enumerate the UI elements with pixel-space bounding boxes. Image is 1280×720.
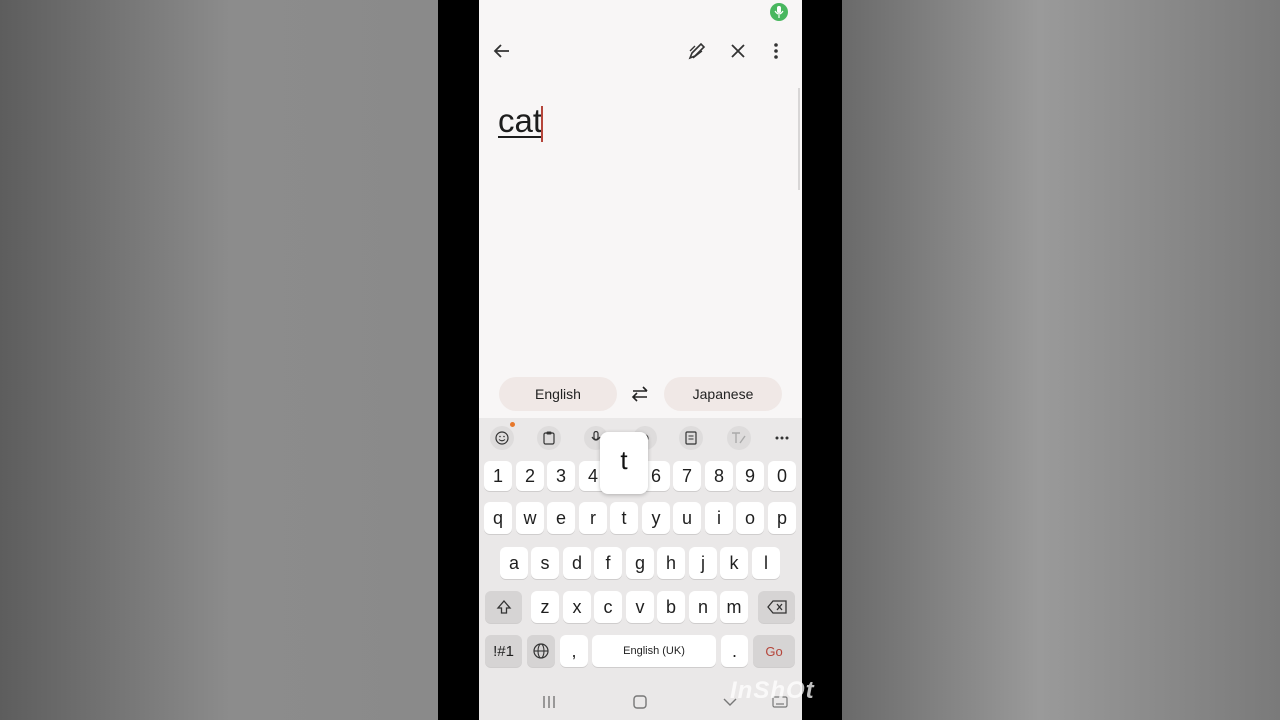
background-right (842, 0, 1280, 720)
key-9[interactable]: 9 (736, 461, 764, 491)
notification-dot (510, 422, 515, 427)
key-f[interactable]: f (594, 547, 622, 579)
source-text-input[interactable]: cat (498, 102, 542, 140)
key-k[interactable]: k (720, 547, 748, 579)
key-j[interactable]: j (689, 547, 717, 579)
symbols-key[interactable]: !#1 (485, 635, 522, 667)
shift-icon (496, 600, 511, 614)
key-8[interactable]: 8 (705, 461, 733, 491)
keyboard: 1 2 3 4 5 6 7 8 9 0 q w e r t y u i o p … (479, 418, 802, 720)
key-3[interactable]: 3 (547, 461, 575, 491)
key-7[interactable]: 7 (673, 461, 701, 491)
key-m[interactable]: m (720, 591, 748, 623)
go-key[interactable]: Go (753, 635, 795, 667)
key-h[interactable]: h (657, 547, 685, 579)
text-caret (541, 106, 543, 142)
key-q[interactable]: q (484, 502, 512, 534)
language-key[interactable] (527, 635, 555, 667)
close-icon[interactable] (725, 38, 751, 64)
key-r[interactable]: r (579, 502, 607, 534)
key-z[interactable]: z (531, 591, 559, 623)
more-vert-icon[interactable] (763, 38, 789, 64)
swap-languages-icon[interactable] (628, 382, 652, 406)
key-e[interactable]: e (547, 502, 575, 534)
text-editing-icon[interactable] (679, 426, 703, 450)
target-language-button[interactable]: Japanese (664, 377, 782, 411)
text-style-icon[interactable] (727, 426, 751, 450)
mic-status-icon (770, 3, 788, 21)
key-u[interactable]: u (673, 502, 701, 534)
emoji-icon[interactable] (490, 426, 514, 450)
inshot-watermark: InShOt (730, 677, 815, 704)
period-key[interactable]: . (721, 635, 748, 667)
key-p[interactable]: p (768, 502, 796, 534)
shift-key[interactable] (485, 591, 522, 623)
key-i[interactable]: i (705, 502, 733, 534)
phone-screen: cat English Japanese 1 2 3 4 6 7 8 9 0 q… (479, 0, 802, 720)
space-key[interactable]: English (UK) (592, 635, 716, 667)
key-preview-popup: t (600, 432, 648, 494)
handwriting-icon[interactable] (684, 38, 710, 64)
key-w[interactable]: w (516, 502, 544, 534)
key-n[interactable]: n (689, 591, 717, 623)
key-v[interactable]: v (626, 591, 654, 623)
globe-icon (533, 643, 549, 659)
key-2[interactable]: 2 (516, 461, 544, 491)
key-t[interactable]: t (610, 502, 638, 534)
key-x[interactable]: x (563, 591, 591, 623)
home-icon[interactable] (630, 692, 650, 712)
backspace-icon (766, 600, 787, 614)
key-g[interactable]: g (626, 547, 654, 579)
key-s[interactable]: s (531, 547, 559, 579)
recent-apps-icon[interactable] (539, 692, 559, 712)
key-1[interactable]: 1 (484, 461, 512, 491)
key-c[interactable]: c (594, 591, 622, 623)
backspace-key[interactable] (758, 591, 795, 623)
more-horiz-icon[interactable] (770, 426, 794, 450)
back-arrow-icon[interactable] (489, 38, 515, 64)
clipboard-icon[interactable] (537, 426, 561, 450)
key-b[interactable]: b (657, 591, 685, 623)
key-o[interactable]: o (736, 502, 764, 534)
key-l[interactable]: l (752, 547, 780, 579)
key-y[interactable]: y (642, 502, 670, 534)
source-language-button[interactable]: English (499, 377, 617, 411)
scroll-indicator (798, 88, 800, 190)
key-d[interactable]: d (563, 547, 591, 579)
key-0[interactable]: 0 (768, 461, 796, 491)
key-a[interactable]: a (500, 547, 528, 579)
comma-key[interactable]: , (560, 635, 588, 667)
